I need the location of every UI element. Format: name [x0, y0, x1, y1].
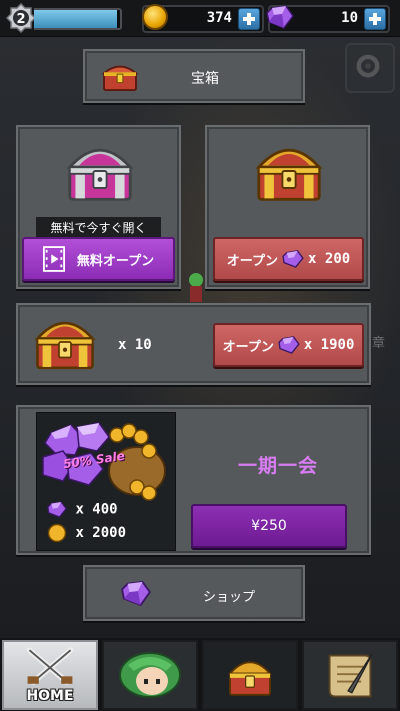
- page-title: 宝箱: [191, 71, 219, 87]
- tab-characters[interactable]: [102, 640, 198, 710]
- gem-icon: [121, 580, 151, 606]
- coin-icon: [47, 523, 67, 543]
- coin-counter: 374: [142, 4, 264, 33]
- add-coins-button[interactable]: [238, 8, 260, 30]
- gem-icon: [282, 250, 304, 268]
- bundle-coins-amount: x 2000: [75, 525, 127, 541]
- xp-bar-fill: [34, 10, 117, 28]
- treasure-chest-icon: [227, 661, 273, 696]
- add-gems-button[interactable]: [364, 8, 386, 30]
- crossed-swords-icon: [26, 647, 74, 685]
- open-button-label: オープン: [222, 339, 274, 355]
- side-chapter-text: 章: [372, 336, 386, 351]
- free-open-button[interactable]: 無料オープン: [22, 237, 175, 281]
- level-badge-icon[interactable]: 2: [6, 3, 36, 33]
- open-chest-1900-button[interactable]: オープン x 1900: [213, 323, 364, 367]
- video-play-icon: [42, 246, 65, 272]
- shop-button[interactable]: ショップ: [83, 565, 305, 621]
- open-button-label: オープン: [226, 253, 279, 269]
- gold-chest-icon: [255, 149, 323, 201]
- bottom-navigation: HOME: [0, 638, 400, 711]
- tab-treasure[interactable]: [202, 640, 298, 710]
- treasure-chest-icon: [101, 65, 139, 92]
- sale-bundle-panel: 50% Sale x 400 x 2000 一期一会 ¥250: [16, 405, 371, 555]
- gem-counter: 10: [266, 5, 390, 33]
- bundle-gems-amount: x 400: [75, 501, 118, 518]
- coin-icon: [142, 4, 168, 30]
- gold-chest-panel: オープン x 200: [205, 125, 370, 289]
- settings-button[interactable]: [345, 43, 395, 93]
- gem-icon: [266, 5, 294, 29]
- treasure-title-panel: 宝箱: [83, 49, 305, 103]
- sale-title: 一期一会: [237, 455, 318, 477]
- gem-amount: 10: [341, 10, 358, 26]
- bundle-coins-row: x 2000: [47, 523, 126, 543]
- buy-bundle-price: ¥250: [251, 518, 287, 534]
- shop-label: ショップ: [203, 590, 256, 605]
- tab-home[interactable]: HOME: [2, 640, 98, 710]
- open-chest-200-button[interactable]: オープン x 200: [213, 237, 364, 281]
- hero-portrait-icon: [119, 652, 181, 698]
- silver-chest-icon: [66, 149, 134, 201]
- gold-chest-icon: [34, 321, 96, 370]
- free-open-now-label: 無料で今すぐ開く: [36, 217, 161, 239]
- open-chest-price: x 200: [308, 251, 351, 267]
- ten-chest-quantity: x 10: [118, 337, 152, 353]
- top-bar: 2 374 10: [0, 0, 400, 37]
- tab-home-label: HOME: [26, 688, 74, 704]
- xp-bar: [34, 8, 122, 30]
- gear-icon: [356, 54, 380, 78]
- scroll-quill-icon: [328, 653, 373, 698]
- gem-icon: [47, 501, 67, 518]
- coin-amount: 374: [206, 10, 232, 26]
- free-open-button-label: 無料オープン: [76, 253, 155, 269]
- bundle-gems-row: x 400: [47, 501, 118, 518]
- open-ten-price: x 1900: [303, 337, 355, 353]
- gem-icon: [278, 336, 300, 354]
- ten-chest-panel: x 10 オープン x 1900: [16, 303, 371, 385]
- level-number: 2: [16, 12, 25, 27]
- tab-quests[interactable]: [302, 640, 398, 710]
- buy-bundle-button[interactable]: ¥250: [191, 504, 347, 548]
- free-chest-panel: 無料で今すぐ開く 無料オープン: [16, 125, 181, 289]
- sale-bundle-image: 50% Sale x 400 x 2000: [36, 412, 176, 551]
